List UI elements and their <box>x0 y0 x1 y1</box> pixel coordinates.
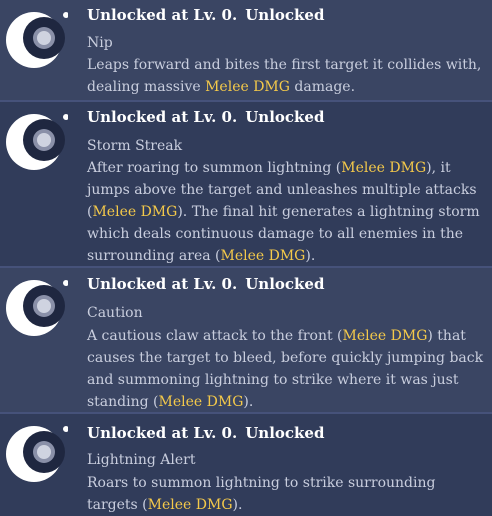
crescent-moon-icon <box>6 114 68 170</box>
skill-name: Nip <box>87 35 113 51</box>
melee-dmg-tag: Melee DMG <box>220 248 306 264</box>
skill-row-lightning-alert[interactable]: Unlocked at Lv. 0. Unlocked Lightning Ale… <box>0 414 492 516</box>
crescent-moon-icon <box>6 426 68 482</box>
unlock-status-text: Unlocked <box>245 275 325 293</box>
skill-row-nip[interactable]: Unlocked at Lv. 0. Unlocked Nip Leaps for… <box>0 0 492 100</box>
melee-dmg-tag: Melee DMG <box>205 79 290 95</box>
skill-name: Storm Streak <box>87 138 183 154</box>
skill-name: Caution <box>87 305 143 321</box>
crescent-moon-icon <box>6 12 68 68</box>
unlock-level-text: Unlocked at Lv. 0. <box>87 108 238 126</box>
crescent-moon-icon <box>6 280 68 336</box>
unlock-level-text: Unlocked at Lv. 0. <box>87 6 238 24</box>
skill-description: After roaring to summon lightning (Melee… <box>87 160 480 264</box>
skill-row-caution[interactable]: Unlocked at Lv. 0. Unlocked Caution A cau… <box>0 268 492 412</box>
melee-dmg-tag: Melee DMG <box>341 160 427 176</box>
unlock-status-text: Unlocked <box>245 424 325 442</box>
unlock-level-text: Unlocked at Lv. 0. <box>87 275 238 293</box>
melee-dmg-tag: Melee DMG <box>92 204 178 220</box>
unlock-level-text: Unlocked at Lv. 0. <box>87 424 238 442</box>
skill-list: Unlocked at Lv. 0. Unlocked Nip Leaps for… <box>0 0 492 516</box>
skill-description: A cautious claw attack to the front (Mel… <box>87 328 484 410</box>
skill-description: Roars to summon lightning to strike surr… <box>87 475 436 513</box>
melee-dmg-tag: Melee DMG <box>342 328 428 344</box>
melee-dmg-tag: Melee DMG <box>147 497 233 513</box>
melee-dmg-tag: Melee DMG <box>158 394 244 410</box>
skill-row-storm-streak[interactable]: Unlocked at Lv. 0. Unlocked Storm Streak … <box>0 102 492 266</box>
unlock-status-text: Unlocked <box>245 6 325 24</box>
skill-name: Lightning Alert <box>87 452 196 468</box>
skill-description: Leaps forward and bites the first target… <box>87 57 482 95</box>
unlock-status-text: Unlocked <box>245 108 325 126</box>
